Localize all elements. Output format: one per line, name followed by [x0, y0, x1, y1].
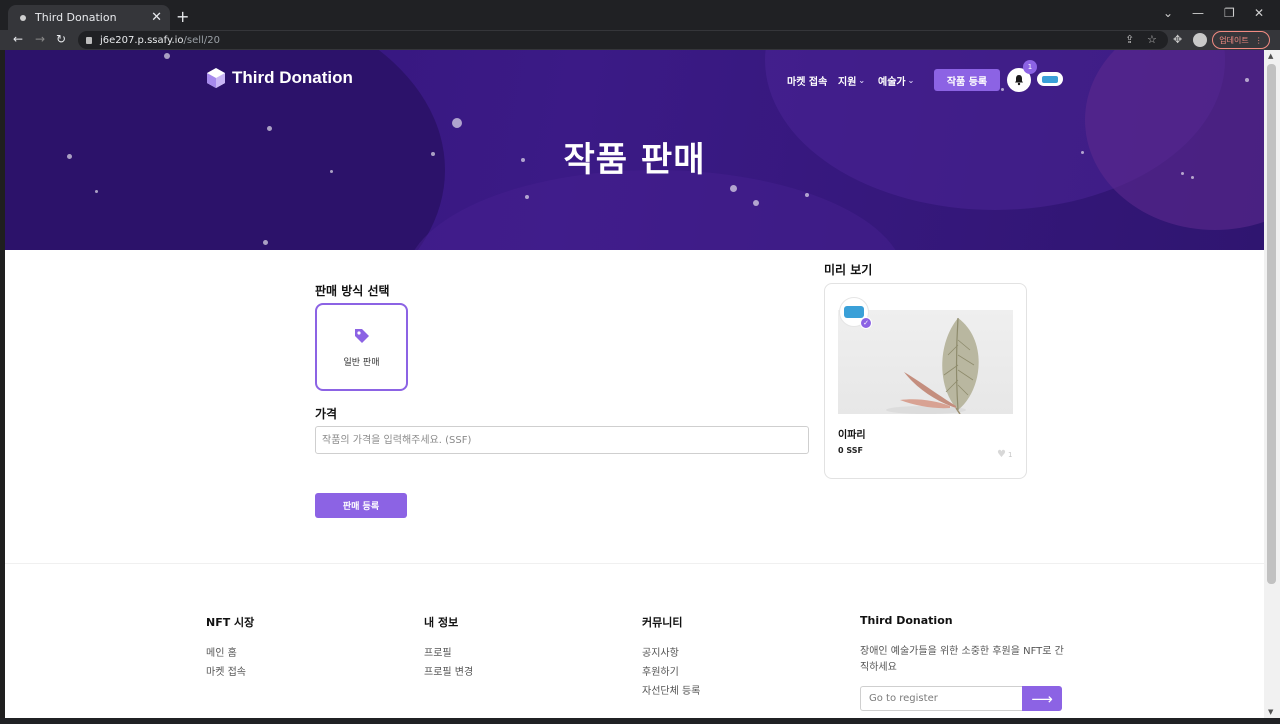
window-bottom-edge — [0, 718, 1280, 724]
footer-link-charity-register[interactable]: 자선단체 등록 — [642, 682, 700, 697]
star — [263, 240, 268, 245]
verified-check-icon: ✓ — [860, 317, 872, 329]
heart-icon: ♥ — [997, 449, 1006, 460]
page-scrollbar[interactable]: ▲ ▼ — [1264, 50, 1280, 718]
footer-link-donate[interactable]: 후원하기 — [642, 663, 679, 678]
submit-sale-button[interactable]: 판매 등록 — [315, 493, 407, 518]
preview-card[interactable]: ✓ 이파리 0 SSF ♥ 1 — [824, 283, 1027, 479]
footer-link-edit-profile[interactable]: 프로필 변경 — [424, 663, 473, 678]
footer-link-main-home[interactable]: 메인 홈 — [206, 644, 237, 659]
chevron-down-icon: ⌄ — [858, 76, 866, 85]
scroll-down-icon[interactable]: ▼ — [1268, 708, 1273, 716]
brand-logo-link[interactable]: Third Donation — [206, 67, 353, 89]
star — [525, 195, 529, 199]
lock-icon — [86, 36, 92, 44]
nav-artist[interactable]: 예술가 ⌄ — [878, 73, 914, 88]
extensions-icon[interactable]: ✥ — [1173, 33, 1182, 46]
footer-col-title: NFT 시장 — [206, 616, 255, 629]
creator-logo-icon — [844, 306, 864, 318]
restore-button[interactable]: ❐ — [1224, 6, 1235, 20]
nav-market[interactable]: 마켓 접속 — [787, 73, 827, 88]
star — [730, 185, 737, 192]
price-label: 가격 — [315, 407, 338, 421]
address-bar[interactable]: j6e207.p.ssafy.io/sell/20 — [78, 31, 1168, 49]
star — [164, 53, 170, 59]
reload-icon[interactable]: ↻ — [56, 32, 66, 46]
nav-market-label: 마켓 접속 — [787, 77, 828, 88]
forward-icon[interactable]: → — [35, 32, 45, 46]
footer-link-profile[interactable]: 프로필 — [424, 644, 452, 659]
register-arrow-button[interactable]: ⟶ — [1022, 686, 1062, 711]
profile-logo-icon — [1042, 75, 1058, 83]
star — [1245, 78, 1249, 82]
sale-method-label: 판매 방식 선택 — [315, 284, 390, 298]
footer-divider — [5, 563, 1264, 564]
footer-link-market[interactable]: 마켓 접속 — [206, 663, 246, 678]
profile-avatar[interactable] — [1037, 72, 1063, 86]
sale-option-fixed-price[interactable]: 일반 판매 — [315, 303, 408, 391]
like-button[interactable]: ♥ 1 — [997, 449, 1012, 460]
browser-tabbar: Third Donation ✕ + ⌄ — ❐ ✕ — [0, 0, 1280, 30]
brand-name: Third Donation — [232, 68, 353, 87]
footer-about-desc: 장애인 예술가들을 위한 소중한 후원을 NFT로 간직하세요 — [860, 646, 1064, 673]
star — [805, 193, 809, 197]
tab-close-icon[interactable]: ✕ — [151, 10, 162, 25]
tab-search-icon[interactable]: ⌄ — [1163, 6, 1173, 20]
bookmark-star-icon[interactable]: ☆ — [1147, 33, 1157, 46]
star — [753, 200, 759, 206]
back-icon[interactable]: ← — [13, 32, 23, 46]
share-icon[interactable]: ⇪ — [1125, 33, 1134, 46]
preview-label: 미리 보기 — [824, 263, 873, 277]
brand-cube-icon — [207, 68, 225, 88]
hero-blob — [405, 170, 905, 250]
artwork-price: 0 SSF — [838, 446, 863, 455]
nav-support-label: 지원 — [838, 77, 857, 88]
browser-tab[interactable]: Third Donation ✕ — [8, 5, 170, 30]
price-tag-icon — [354, 328, 369, 343]
favicon-icon — [20, 14, 26, 21]
scroll-up-icon[interactable]: ▲ — [1268, 52, 1273, 60]
sale-option-label: 일반 판매 — [343, 357, 380, 368]
notification-badge: 1 — [1023, 60, 1037, 74]
tab-title: Third Donation — [35, 11, 117, 24]
arrow-right-icon: ⟶ — [1031, 689, 1053, 708]
star — [95, 190, 98, 193]
bell-icon — [1015, 75, 1023, 86]
url-text: j6e207.p.ssafy.io/sell/20 — [100, 34, 220, 46]
nav-support[interactable]: 지원 ⌄ — [838, 73, 865, 88]
artwork-name: 이파리 — [838, 430, 866, 441]
register-art-button[interactable]: 작품 등록 — [934, 69, 1000, 91]
minimize-button[interactable]: — — [1192, 6, 1204, 20]
update-label: 업데이트 — [1219, 35, 1249, 45]
footer-link-notice[interactable]: 공지사항 — [642, 644, 679, 659]
like-count: 1 — [1007, 450, 1013, 459]
close-window-button[interactable]: ✕ — [1254, 6, 1264, 20]
browser-toolbar: ← → ↻ j6e207.p.ssafy.io/sell/20 ⇪ ☆ ✥ — [0, 30, 1280, 50]
nav-artist-label: 예술가 — [878, 77, 906, 88]
scrollbar-thumb[interactable] — [1267, 64, 1276, 584]
new-tab-button[interactable]: + — [176, 7, 189, 26]
footer-col-title: 내 정보 — [424, 616, 459, 629]
update-button[interactable]: 업데이트 ⋮ — [1212, 31, 1270, 49]
price-input[interactable] — [315, 426, 809, 454]
register-email-input[interactable] — [860, 686, 1022, 711]
browser-profile-avatar[interactable] — [1193, 33, 1207, 47]
more-icon: ⋮ — [1254, 35, 1263, 45]
chevron-down-icon: ⌄ — [907, 76, 915, 85]
star — [1001, 88, 1004, 91]
page-title: 작품 판매 — [563, 140, 706, 180]
hero-banner: Third Donation 마켓 접속 지원 ⌄ 예술가 ⌄ 작품 등록 1 … — [5, 50, 1264, 250]
footer-about-title: Third Donation — [860, 614, 953, 627]
footer-col-title: 커뮤니티 — [642, 616, 683, 629]
page-viewport: Third Donation 마켓 접속 지원 ⌄ 예술가 ⌄ 작품 등록 1 … — [5, 50, 1264, 718]
star — [267, 126, 272, 131]
star — [452, 118, 462, 128]
